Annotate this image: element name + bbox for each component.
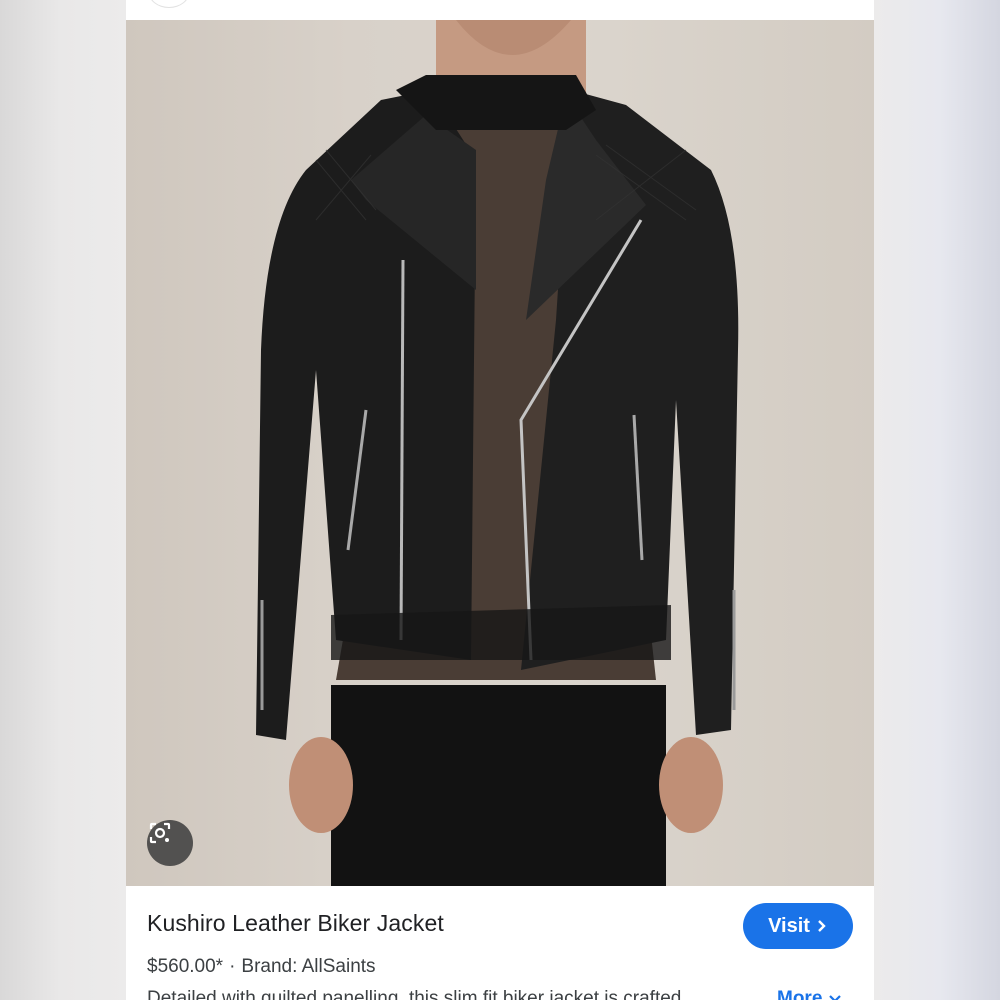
product-meta: $560.00* · Brand: AllSaints bbox=[147, 956, 376, 978]
result-card: Kushiro Leather Biker Jacket $560.00* · Br… bbox=[126, 0, 874, 1000]
image-search-button[interactable] bbox=[147, 820, 193, 866]
left-hand bbox=[289, 737, 353, 833]
more-link[interactable]: More bbox=[777, 988, 842, 1000]
visit-button[interactable]: Visit bbox=[743, 903, 853, 949]
product-brand: Brand: AllSaints bbox=[241, 956, 376, 977]
image-search-icon bbox=[149, 822, 171, 844]
jacket-photo-illustration bbox=[256, 20, 739, 886]
visit-button-label: Visit bbox=[768, 914, 810, 937]
chevron-right-icon bbox=[818, 920, 826, 932]
trousers bbox=[331, 685, 666, 886]
right-hand bbox=[659, 737, 723, 833]
product-title[interactable]: Kushiro Leather Biker Jacket bbox=[147, 910, 444, 937]
product-description: Detailed with quilted panelling, this sl… bbox=[147, 988, 682, 1000]
more-link-label: More bbox=[777, 988, 823, 1000]
chevron-down-icon bbox=[828, 995, 841, 1000]
product-price: $560.00* bbox=[147, 956, 224, 977]
zip-front-left bbox=[399, 259, 405, 641]
product-image[interactable] bbox=[126, 20, 874, 886]
meta-separator: · bbox=[229, 956, 236, 977]
top-control[interactable] bbox=[148, 0, 190, 8]
